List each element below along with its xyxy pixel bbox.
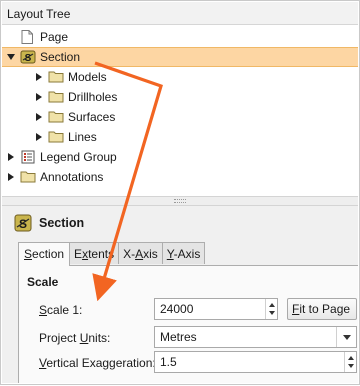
splitter-grip-icon [174,199,186,203]
spin-up-icon[interactable] [269,303,275,307]
tree-item-label: Drillholes [68,90,118,104]
collapsed-triangle-icon[interactable] [6,152,16,162]
section-tab-panel: Scale Scale 1: 24000 Fit to Page Project… [18,265,358,383]
tree-item-label: Page [40,30,69,44]
vertical-exaggeration-label: Vertical Exaggeration: [39,356,156,370]
layout-tree-header: Layout Tree [2,2,358,25]
tree-item-surfaces[interactable]: Surfaces [2,107,358,127]
layout-window: Layout Tree Page S Section Models Drillh… [0,0,360,385]
vertical-exaggeration-input[interactable]: 1.5 [154,351,357,373]
legend-icon [20,150,36,164]
spin-down-icon[interactable] [269,311,275,315]
tree-item-legend-group[interactable]: Legend Group [2,147,358,167]
scale-input[interactable]: 24000 [154,298,278,320]
chevron-down-icon[interactable] [336,327,356,347]
expanded-triangle-icon[interactable] [6,52,16,62]
scale-group-label: Scale [27,275,59,289]
folder-icon [48,110,64,124]
folder-icon [20,170,36,184]
folder-icon [48,70,64,84]
tree-item-lines[interactable]: Lines [2,127,358,147]
tab-section[interactable]: Section [18,242,71,266]
collapsed-triangle-icon[interactable] [34,132,44,142]
collapsed-triangle-icon[interactable] [34,112,44,122]
collapsed-triangle-icon[interactable] [34,92,44,102]
tree-item-label: Models [68,70,107,84]
tab-x-axis[interactable]: X-Axis [118,242,163,264]
tree-item-page[interactable]: Page [2,27,358,47]
layout-tree-title: Layout Tree [7,7,71,21]
tree-item-models[interactable]: Models [2,67,358,87]
collapsed-triangle-icon[interactable] [34,72,44,82]
layout-tree[interactable]: Page S Section Models Drillholes Surface… [2,25,358,196]
tab-y-axis[interactable]: Y-Axis [161,242,206,264]
spin-down-icon[interactable] [348,364,354,368]
tree-item-label: Lines [68,130,97,144]
panel-splitter[interactable] [2,196,358,206]
spin-up-icon[interactable] [348,356,354,360]
project-units-value: Metres [160,330,197,344]
tree-item-label: Section [40,50,81,64]
section-icon: S [14,214,32,232]
folder-icon [48,130,64,144]
exaggeration-spinner[interactable] [344,352,356,372]
properties-tabs: Section Extents X-Axis Y-Axis [18,242,206,266]
project-units-select[interactable]: Metres [154,326,357,348]
scale-label: Scale 1: [39,303,83,317]
tab-extents[interactable]: Extents [69,242,120,264]
tree-item-label: Surfaces [68,110,116,124]
tree-item-section[interactable]: S Section [2,47,358,67]
project-units-label: Project Units: [39,331,111,345]
tree-item-annotations[interactable]: Annotations [2,167,358,187]
scale-spinner[interactable] [265,299,277,319]
properties-header: S Section [14,214,84,232]
tree-item-drillholes[interactable]: Drillholes [2,87,358,107]
properties-title: Section [39,216,85,230]
collapsed-triangle-icon[interactable] [6,172,16,182]
page-icon [20,30,36,44]
vertical-exaggeration-value: 1.5 [160,355,177,369]
fit-to-page-button[interactable]: Fit to Page [287,298,357,320]
folder-icon [48,90,64,104]
svg-text:S: S [19,217,27,231]
section-icon: S [20,50,36,64]
tree-item-label: Annotations [40,170,104,184]
tree-item-label: Legend Group [40,150,117,164]
svg-text:S: S [25,53,32,64]
properties-panel: S Section Section Extents X-Axis Y-Axis … [2,206,358,383]
scale-value: 24000 [160,302,194,316]
